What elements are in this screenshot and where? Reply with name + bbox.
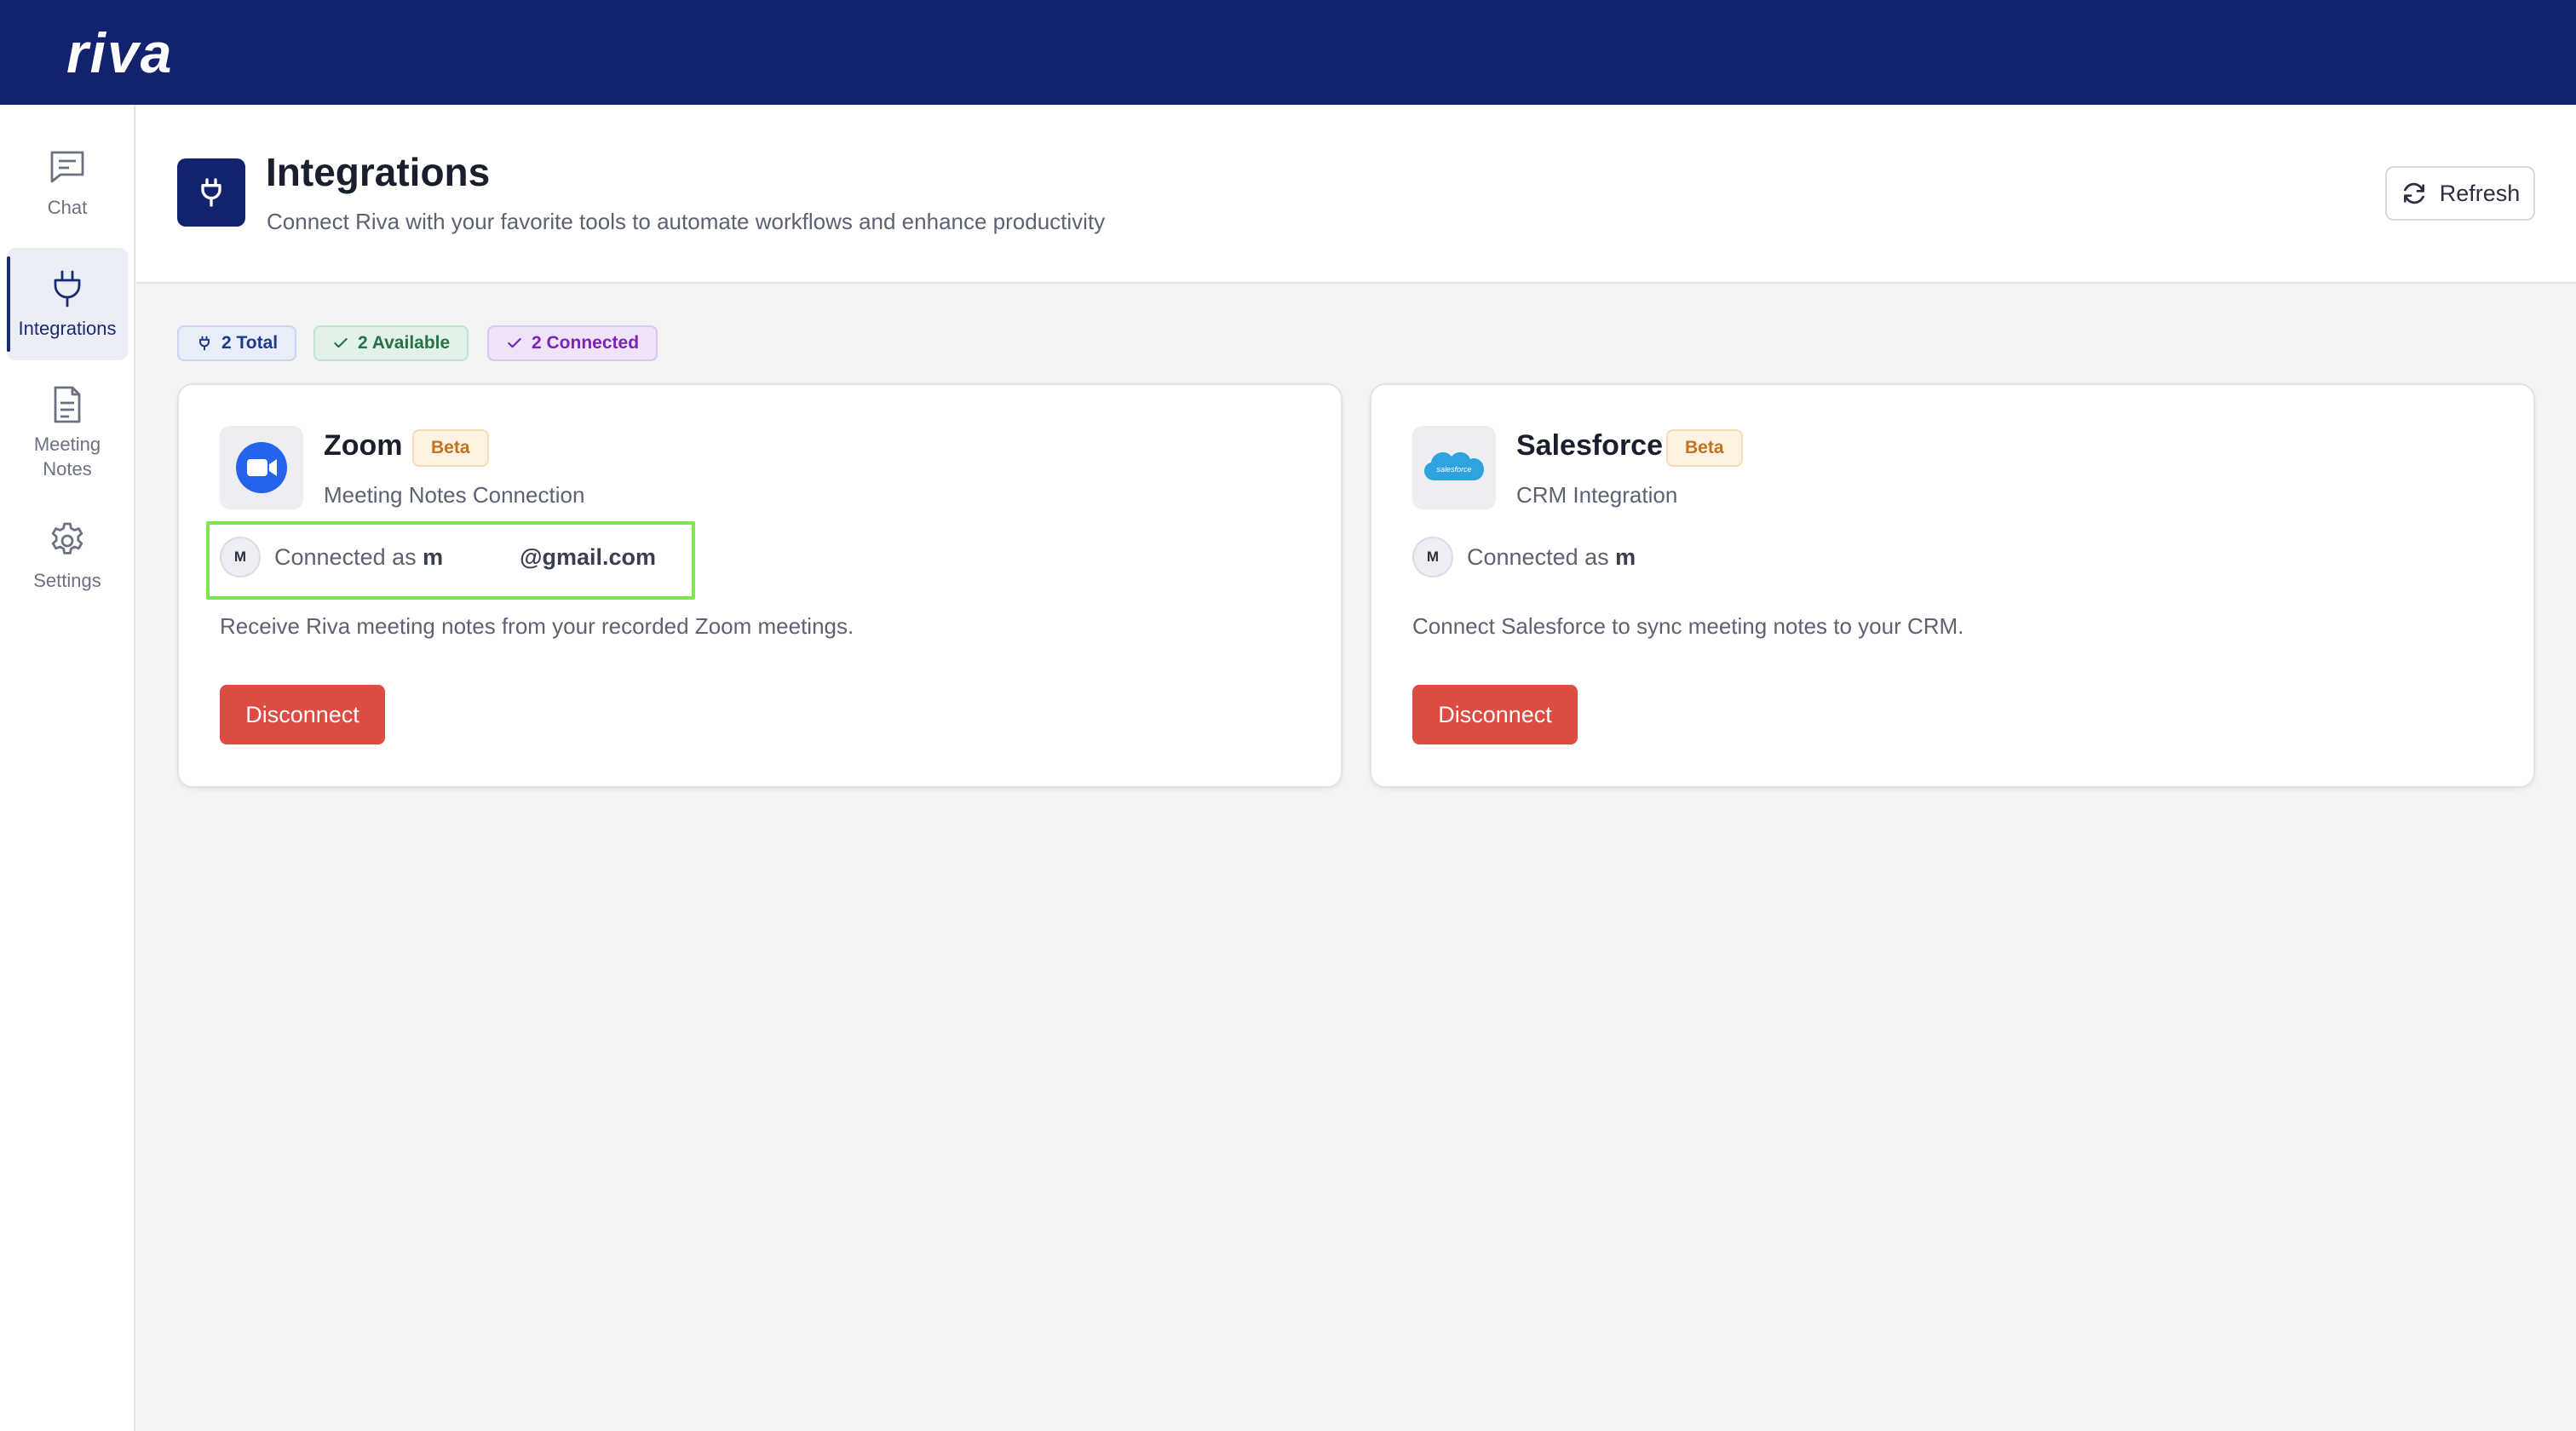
- sidebar-item-label: Integrations: [18, 317, 117, 339]
- page-subtitle: Connect Riva with your favorite tools to…: [267, 209, 1106, 234]
- total-count-badge: 2 Total: [177, 325, 297, 361]
- zoom-integration-card: Zoom Beta Meeting Notes Connection M Con…: [177, 383, 1343, 788]
- salesforce-icon: salesforce: [1424, 452, 1484, 480]
- page-title: Integrations: [266, 150, 491, 194]
- sidebar-item-integrations[interactable]: Integrations: [7, 248, 128, 360]
- connected-email: m @gmail.com: [423, 543, 657, 570]
- refresh-label: Refresh: [2439, 180, 2521, 206]
- connected-account-text: Connected as m: [1467, 543, 1636, 570]
- page-header: Integrations Connect Riva with your favo…: [136, 105, 2576, 284]
- sidebar: Chat Integrations Meeting Notes Settings: [0, 105, 135, 1431]
- integration-subtitle: Meeting Notes Connection: [324, 482, 585, 508]
- connected-account-row: M Connected as m: [1412, 535, 1636, 579]
- plug-icon: [201, 178, 221, 207]
- avatar: M: [1412, 537, 1453, 578]
- zoom-logo: [220, 426, 303, 509]
- connected-account-text: Connected as m @gmail.com: [274, 543, 657, 570]
- disconnect-button[interactable]: Disconnect: [220, 685, 385, 744]
- integration-title: Zoom: [324, 429, 403, 462]
- plug-icon: [54, 270, 81, 307]
- avatar: M: [220, 537, 261, 578]
- chat-icon: [50, 151, 84, 182]
- zoom-icon: [236, 442, 287, 493]
- document-icon: [54, 386, 81, 423]
- sidebar-item-meeting-notes[interactable]: Meeting Notes: [7, 377, 128, 488]
- plug-icon: [199, 336, 210, 351]
- beta-badge: Beta: [1666, 429, 1743, 467]
- available-count-badge: 2 Available: [313, 325, 469, 361]
- integration-description: Receive Riva meeting notes from your rec…: [220, 613, 854, 639]
- salesforce-integration-card: salesforce Salesforce Beta CRM Integrati…: [1370, 383, 2535, 788]
- check-icon: [334, 337, 348, 348]
- sidebar-item-label: Settings: [33, 569, 101, 591]
- top-bar: riva: [0, 0, 2576, 105]
- connected-email: m: [1615, 543, 1636, 570]
- riva-logo[interactable]: riva: [66, 20, 173, 85]
- connected-count-badge: 2 Connected: [487, 325, 658, 361]
- refresh-button[interactable]: Refresh: [2385, 166, 2535, 221]
- integration-title: Salesforce: [1516, 429, 1663, 462]
- check-icon: [508, 337, 521, 348]
- salesforce-logo-text: salesforce: [1436, 465, 1471, 474]
- refresh-icon: [2403, 182, 2424, 204]
- integration-description: Connect Salesforce to sync meeting notes…: [1412, 613, 1964, 639]
- disconnect-button[interactable]: Disconnect: [1412, 685, 1578, 744]
- integrations-header-icon: [177, 158, 245, 227]
- salesforce-logo: salesforce: [1412, 426, 1496, 509]
- sidebar-item-chat[interactable]: Chat: [7, 141, 128, 226]
- connected-account-row: M Connected as m @gmail.com: [220, 535, 656, 579]
- sidebar-item-label: Meeting Notes: [33, 434, 101, 480]
- gear-icon: [51, 522, 83, 555]
- beta-badge: Beta: [412, 429, 489, 467]
- sidebar-item-label: Chat: [47, 196, 88, 218]
- integration-subtitle: CRM Integration: [1516, 482, 1678, 508]
- sidebar-item-settings[interactable]: Settings: [7, 510, 128, 602]
